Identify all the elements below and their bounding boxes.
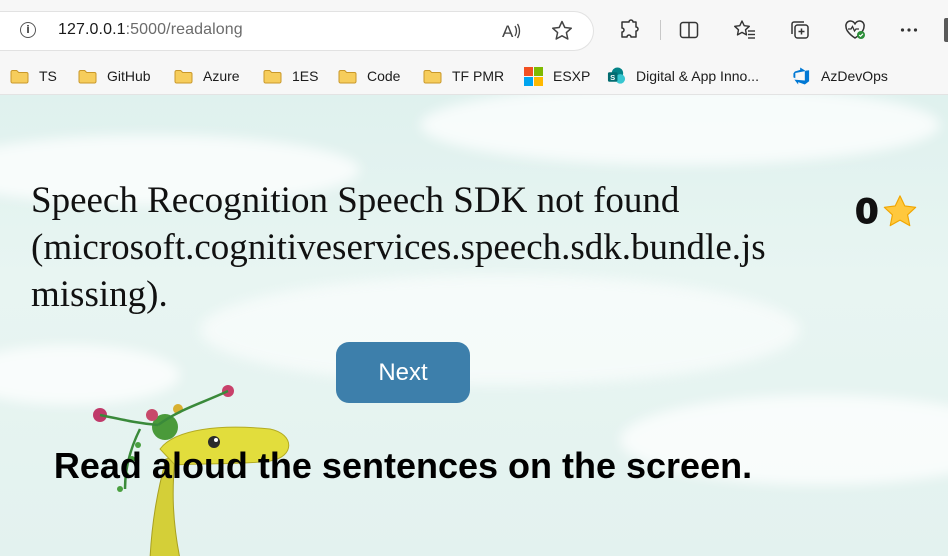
star-icon (883, 195, 916, 227)
azure-devops-icon (793, 67, 810, 85)
split-screen-icon[interactable] (677, 18, 701, 42)
bookmark-item[interactable]: TF PMR (423, 65, 504, 87)
readalong-page: Speech Recognition Speech SDK not found … (0, 95, 948, 556)
bookmark-label: Digital & App Inno... (636, 68, 759, 84)
microsoft-logo-icon (524, 66, 543, 86)
bookmark-item[interactable]: Code (338, 65, 400, 87)
info-icon[interactable]: i (20, 22, 36, 38)
bookmark-item[interactable]: TS (10, 65, 57, 87)
bookmark-label: TF PMR (452, 68, 505, 84)
score-value: 0 (855, 192, 880, 233)
next-button[interactable]: Next (336, 342, 470, 403)
bookmark-item[interactable]: 1ES (263, 65, 318, 87)
sidebar-edge (944, 18, 948, 42)
folder-icon (423, 69, 442, 83)
collections-icon[interactable] (788, 18, 812, 42)
svg-text:A: A (502, 22, 514, 41)
extensions-icon[interactable] (617, 18, 641, 42)
browser-health-icon[interactable] (843, 18, 867, 42)
folder-icon (78, 69, 97, 83)
bookmark-item[interactable]: S Digital & App Inno... (607, 65, 759, 87)
toolbar-divider (660, 20, 661, 40)
url-path: :5000/readalong (125, 21, 243, 38)
bookmark-label: GitHub (107, 68, 151, 84)
bookmark-item[interactable]: Azure (174, 65, 240, 87)
bookmark-label: ESXP (553, 68, 591, 84)
add-favorite-icon[interactable] (550, 19, 574, 43)
bookmark-item[interactable]: ESXP (524, 65, 590, 87)
status-message: Speech Recognition Speech SDK not found … (31, 180, 766, 315)
svg-text:S: S (610, 73, 615, 82)
bookmark-label: Azure (203, 68, 240, 84)
bookmark-label: 1ES (292, 68, 319, 84)
score-display: 0 (855, 192, 919, 233)
folder-icon (174, 69, 193, 83)
instruction-text: Read aloud the sentences on the screen. (53, 445, 753, 486)
bookmark-label: Code (367, 68, 401, 84)
favorites-icon[interactable] (733, 18, 757, 42)
url-text[interactable]: 127.0.0.1:5000/readalong (58, 21, 243, 39)
read-aloud-icon[interactable]: A (500, 20, 522, 42)
sharepoint-icon: S (607, 67, 626, 84)
bookmark-label: TS (39, 68, 57, 84)
bookmark-item[interactable]: GitHub (78, 65, 151, 87)
folder-icon (10, 69, 29, 83)
background-cloud (420, 95, 940, 165)
browser-toolbar: i 127.0.0.1:5000/readalong A (0, 0, 948, 60)
more-icon[interactable] (897, 18, 921, 42)
bookmarks-bar: TS GitHub Azure 1ES Code TF PMR ESXP S Digital &… (0, 60, 948, 95)
folder-icon (338, 69, 357, 83)
folder-icon (263, 69, 282, 83)
address-bar[interactable]: i 127.0.0.1:5000/readalong A (0, 12, 593, 50)
bookmark-label: AzDevOps (821, 68, 888, 84)
url-host: 127.0.0.1 (58, 21, 126, 38)
bookmark-item[interactable]: AzDevOps (792, 65, 888, 87)
